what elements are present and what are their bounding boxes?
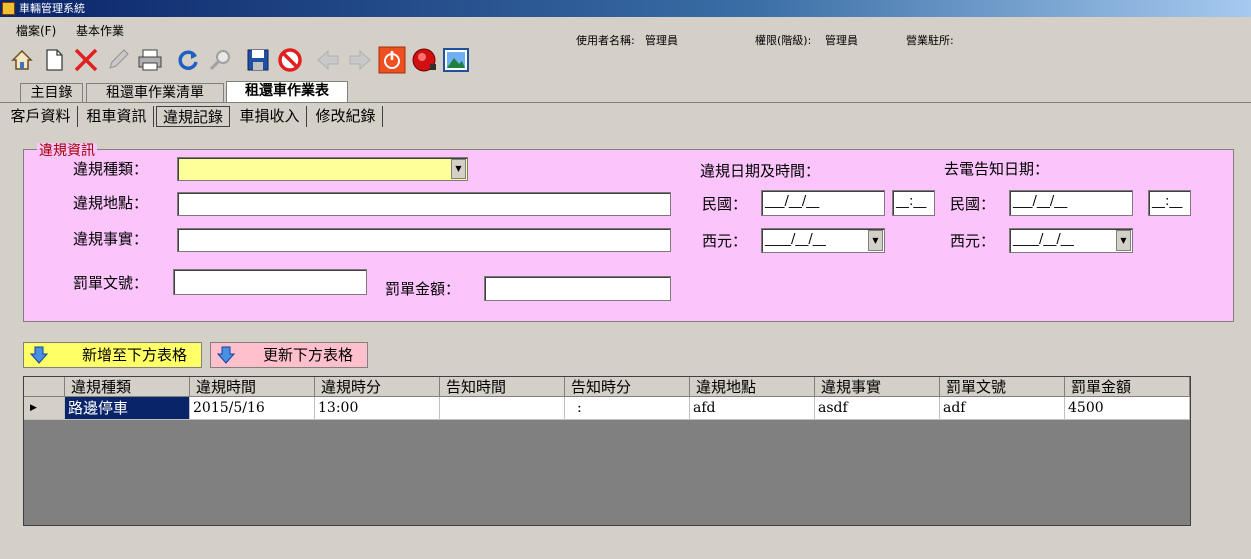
grid-header-notify-hour[interactable]: 告知時分 [565, 377, 690, 397]
arrow-down-icon [217, 346, 235, 364]
sub-tab-violations[interactable]: 違規記錄 [156, 106, 230, 127]
delete-icon[interactable] [72, 45, 100, 75]
grid-header-type[interactable]: 違規種類 [65, 377, 190, 397]
main-tab-divider [0, 102, 1251, 103]
user-value: 管理員 [645, 34, 678, 47]
grid-header-fact[interactable]: 違規事實 [815, 377, 940, 397]
grid-cell-time[interactable]: 2015/5/16 [190, 397, 315, 420]
grid-header-notify-time[interactable]: 告知時間 [440, 377, 565, 397]
home-icon[interactable] [8, 45, 36, 75]
main-tab-list[interactable]: 租還車作業清單 [86, 83, 224, 102]
main-tab-home[interactable]: 主目錄 [20, 83, 83, 102]
chevron-down-icon[interactable]: ▼ [451, 159, 466, 179]
grid-cell-type[interactable]: 路邊停車 [65, 397, 190, 420]
notify-time-input[interactable]: __:__ [1148, 190, 1191, 216]
office-label: 營業駐所: [906, 34, 954, 47]
power-icon[interactable] [378, 45, 406, 75]
violation-ad-date-value: ____/__/__ [765, 232, 826, 247]
notify-ad-date-value: ____/__/__ [1013, 232, 1074, 247]
violation-type-select[interactable]: ▼ [177, 157, 468, 181]
new-document-icon[interactable] [40, 45, 68, 75]
save-icon[interactable] [244, 45, 272, 75]
grid-cell-ticket-no[interactable]: adf [940, 397, 1065, 420]
panel-legend: 違規資訊 [37, 143, 97, 159]
violation-roc-date-input[interactable]: ___/__/__ [761, 190, 885, 216]
sub-tab-customer[interactable]: 客戶資料 [4, 106, 78, 127]
sub-tab-history[interactable]: 修改紀錄 [309, 106, 383, 127]
sub-tab-damage[interactable]: 車損收入 [233, 106, 307, 127]
grid-header-hour[interactable]: 違規時分 [315, 377, 440, 397]
app-icon [2, 2, 15, 15]
permission-value: 管理員 [825, 34, 858, 47]
notify-ad-label: 西元： [950, 232, 996, 250]
search-icon[interactable] [206, 45, 234, 75]
ticket-number-input[interactable] [173, 269, 367, 295]
cancel-icon[interactable] [276, 45, 304, 75]
grid-corner-header [24, 377, 65, 397]
window-title: 車輛管理系統 [19, 2, 85, 15]
violation-place-label: 違規地點： [73, 194, 149, 212]
add-to-grid-label: 新增至下方表格 [82, 346, 188, 364]
grid-cell-fact[interactable]: asdf [815, 397, 940, 420]
edit-icon[interactable] [104, 45, 132, 75]
menu-file[interactable]: 檔案(F) [16, 22, 56, 39]
violation-fact-input[interactable] [177, 228, 671, 252]
arrow-down-icon [30, 346, 48, 364]
sub-tab-rental[interactable]: 租車資訊 [80, 106, 154, 127]
notify-roc-label: 民國： [950, 195, 996, 213]
grid-cell-amount[interactable]: 4500 [1065, 397, 1190, 420]
grid-cell-hour[interactable]: 13:00 [315, 397, 440, 420]
chevron-down-icon[interactable]: ▼ [1116, 230, 1131, 251]
chevron-down-icon[interactable]: ▼ [868, 230, 883, 251]
update-grid-label: 更新下方表格 [263, 346, 354, 364]
violation-time-input[interactable]: __:__ [892, 190, 935, 216]
grid-header-place[interactable]: 違規地點 [690, 377, 815, 397]
add-to-grid-button[interactable]: 新增至下方表格 [23, 342, 202, 368]
notify-roc-date-input[interactable]: ___/__/__ [1009, 190, 1133, 216]
violation-roc-label: 民國： [702, 195, 748, 213]
ticket-amount-input[interactable] [484, 276, 671, 301]
violation-place-input[interactable] [177, 192, 671, 216]
grid-cell-notify-time[interactable] [440, 397, 565, 420]
grid-cell-notify-hour[interactable]: : [565, 397, 690, 420]
grid-header-amount[interactable]: 罰單金額 [1065, 377, 1190, 397]
refresh-icon[interactable] [174, 45, 202, 75]
forward-icon[interactable] [346, 45, 374, 75]
violation-fact-label: 違規事實： [73, 230, 149, 248]
update-grid-button[interactable]: 更新下方表格 [210, 342, 368, 368]
ticket-number-label: 罰單文號： [73, 274, 149, 292]
user-label: 使用者名稱: [576, 34, 635, 47]
violation-ad-date-picker[interactable]: ____/__/__ ▼ [761, 228, 885, 253]
permission-label: 權限(階級): [755, 34, 812, 47]
picture-icon[interactable] [442, 45, 470, 75]
alarm-icon[interactable] [410, 45, 438, 75]
notify-date-label: 去電告知日期： [944, 160, 1050, 178]
violation-type-label: 違規種類： [73, 160, 149, 178]
grid-cell-place[interactable]: afd [690, 397, 815, 420]
violation-datetime-label: 違規日期及時間： [700, 162, 821, 180]
notify-ad-date-picker[interactable]: ____/__/__ ▼ [1009, 228, 1133, 253]
menu-basic[interactable]: 基本作業 [76, 22, 124, 39]
grid-header-ticket-no[interactable]: 罰單文號 [940, 377, 1065, 397]
title-bar: 車輛管理系統 [0, 0, 1251, 17]
grid-header-time[interactable]: 違規時間 [190, 377, 315, 397]
violation-ad-label: 西元： [702, 232, 748, 250]
ticket-amount-label: 罰單金額： [385, 280, 461, 298]
row-selector-arrow-icon[interactable]: ▶ [24, 397, 65, 420]
back-icon[interactable] [314, 45, 342, 75]
main-tab-form[interactable]: 租還車作業表 [226, 81, 348, 102]
print-icon[interactable] [136, 45, 164, 75]
